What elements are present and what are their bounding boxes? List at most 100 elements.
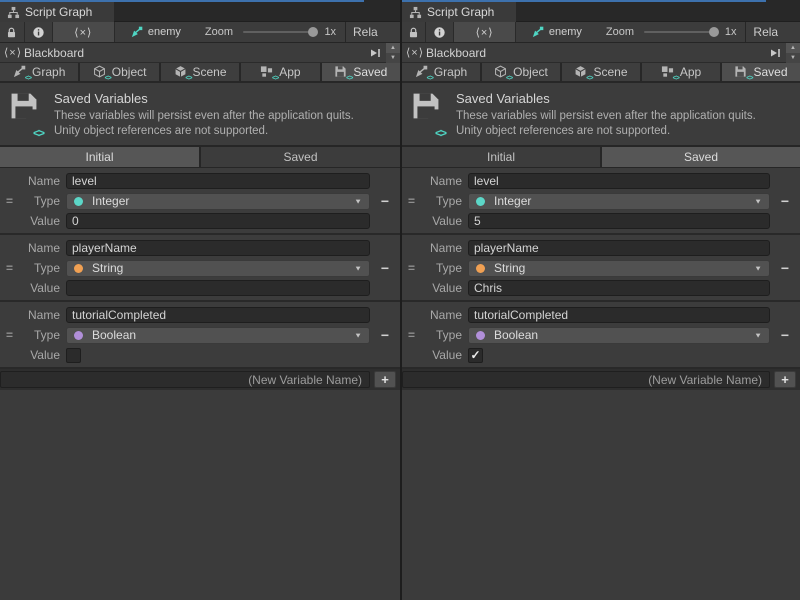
lock-button[interactable] [0,22,25,42]
variable-value-input[interactable]: Chris [468,280,770,296]
graph-asset-breadcrumb[interactable]: enemy [532,26,582,38]
variable-type-value: Integer [494,194,754,208]
drag-handle[interactable]: = [408,328,415,342]
value-label: Value [22,214,60,228]
add-variable-button[interactable]: + [374,371,396,388]
zoom-slider[interactable] [243,31,314,33]
lock-button[interactable] [402,22,426,42]
tab-object[interactable]: <> Object [80,63,158,81]
script-graph-window-tab[interactable]: Script Graph [0,2,114,22]
code-preview-button[interactable]: ⟨×⟩ [53,22,115,42]
section-description-line1: These variables will persist even after … [456,109,756,124]
tab-app[interactable]: <> App [241,63,319,81]
remove-variable-button[interactable]: − [381,261,389,275]
drag-handle[interactable]: = [6,261,13,275]
remove-variable-button[interactable]: − [781,194,789,208]
variable-row-level: Name level = Type Integer ▼ − Value [402,168,800,235]
variable-type-dropdown[interactable]: Boolean ▼ [66,327,370,344]
variable-name-input[interactable]: level [468,173,770,189]
graph-asset-name: enemy [549,26,582,38]
tab-saved[interactable]: <> Saved [322,63,400,81]
variable-value-checkbox[interactable]: ✓ [66,348,81,363]
info-button[interactable] [426,22,454,42]
tab-scene[interactable]: <> Scene [161,63,239,81]
blackboard-title: Blackboard [24,46,366,60]
drag-handle[interactable]: = [408,194,415,208]
type-color-dot [476,264,485,273]
scroll-up-button[interactable]: ▲ [386,43,400,53]
variable-type-dropdown[interactable]: String ▼ [468,260,770,277]
window-tab-label: Script Graph [427,5,494,19]
new-variable-input[interactable]: (New Variable Name) [402,371,770,388]
add-variable-button[interactable]: + [774,371,796,388]
variable-name-input[interactable]: tutorialCompleted [468,307,770,323]
code-preview-button[interactable]: ⟨×⟩ [454,22,516,42]
saved-variables-header: <> Saved Variables These variables will … [402,83,800,145]
variable-type-dropdown[interactable]: String ▼ [66,260,370,277]
state-tab-saved[interactable]: Saved [201,147,400,167]
variable-type-value: String [92,261,354,275]
remove-variable-button[interactable]: − [381,328,389,342]
zoom-slider[interactable] [644,31,715,33]
variable-name-input[interactable]: level [66,173,370,189]
code-badge-icon: <> [673,75,679,82]
remove-variable-button[interactable]: − [381,194,389,208]
tab-graph[interactable]: <> Graph [402,63,480,81]
dock-icon[interactable] [766,47,784,59]
variable-value-checkbox[interactable]: ✓ [468,348,483,363]
panel-empty-area [402,390,800,600]
header-text: Saved Variables These variables will per… [54,91,354,139]
dock-icon[interactable] [366,47,384,59]
drag-handle[interactable]: = [6,194,13,208]
script-graph-window-tab[interactable]: Script Graph [402,2,516,22]
scroll-down-button[interactable]: ▼ [786,53,800,63]
type-color-dot [74,331,83,340]
type-label: Type [22,328,60,342]
variable-value-text: 5 [474,214,481,228]
drag-handle[interactable]: = [6,328,13,342]
variable-value-input[interactable]: 5 [468,213,770,229]
tab-saved[interactable]: <> Saved [722,63,800,81]
check-icon: ✓ [470,349,480,361]
info-icon [433,26,446,39]
scroll-down-button[interactable]: ▼ [386,53,400,63]
state-tab-saved[interactable]: Saved [602,147,800,167]
tab-graph[interactable]: <> Graph [0,63,78,81]
code-icon: ⟨×⟩ [476,26,494,39]
tab-app[interactable]: <> App [642,63,720,81]
saved-variables-floppy-icon: <> [9,91,41,139]
variable-value-input[interactable]: 0 [66,213,370,229]
variable-type-value: Boolean [92,328,354,342]
remove-variable-button[interactable]: − [781,261,789,275]
state-tabs: InitialSaved [0,145,400,168]
scroll-up-button[interactable]: ▲ [786,43,800,53]
section-description-line2: Unity object references are not supporte… [54,124,354,139]
zoom-slider-handle[interactable] [709,27,719,37]
drag-handle[interactable]: = [408,261,415,275]
info-button[interactable] [25,22,53,42]
zoom-label: Zoom [606,26,634,38]
tab-object[interactable]: <> Object [482,63,560,81]
value-label: Value [424,348,462,362]
graph-toolbar: ⟨×⟩ enemy Zoom 1x Rela [402,22,800,43]
new-variable-row: (New Variable Name) + [0,369,400,390]
chevron-down-icon: ▼ [354,331,362,339]
tab-scene[interactable]: <> Scene [562,63,640,81]
new-variable-input[interactable]: (New Variable Name) [0,371,370,388]
graph-asset-name: enemy [148,26,181,38]
variable-name-input[interactable]: tutorialCompleted [66,307,370,323]
section-title: Saved Variables [456,91,756,106]
variables-list: Name level = Type Integer ▼ − Value [0,168,400,369]
graph-asset-breadcrumb[interactable]: enemy [131,26,181,38]
variable-name-input[interactable]: playerName [66,240,370,256]
remove-variable-button[interactable]: − [781,328,789,342]
info-icon [32,26,45,39]
variable-type-dropdown[interactable]: Integer ▼ [468,193,770,210]
state-tab-initial[interactable]: Initial [0,147,199,167]
variable-value-input[interactable] [66,280,370,296]
variable-type-dropdown[interactable]: Integer ▼ [66,193,370,210]
zoom-slider-handle[interactable] [308,27,318,37]
variable-type-dropdown[interactable]: Boolean ▼ [468,327,770,344]
state-tab-initial[interactable]: Initial [402,147,600,167]
variable-name-input[interactable]: playerName [468,240,770,256]
